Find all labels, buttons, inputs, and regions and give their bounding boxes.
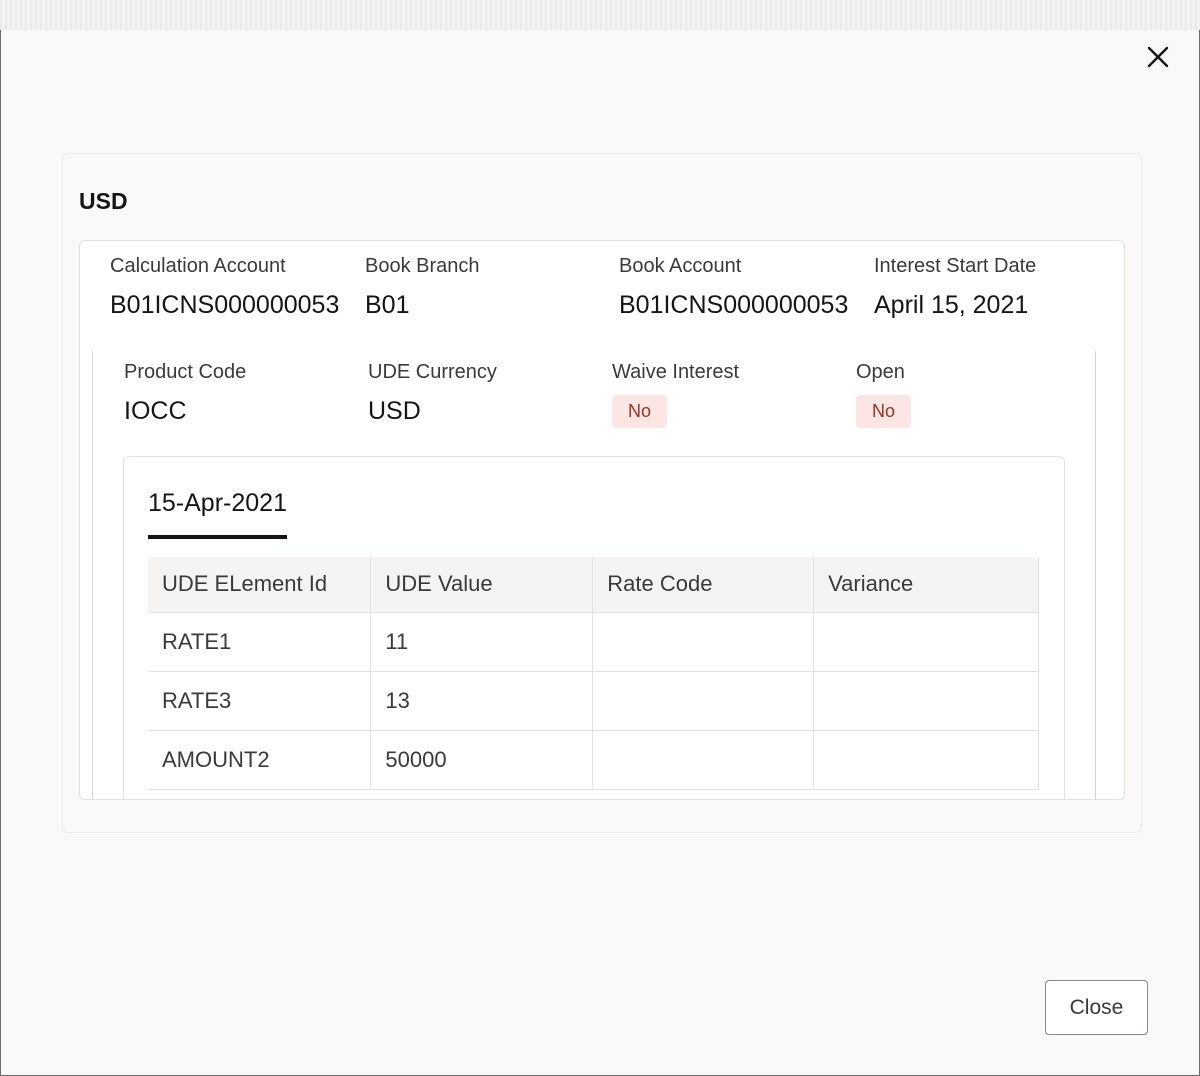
col-header-variance[interactable]: Variance <box>813 557 1039 613</box>
table-header-row: UDE ELement Id UDE Value Rate Code Varia… <box>148 557 1039 613</box>
interest-start-field: Interest Start Date April 15, 2021 <box>874 255 1036 320</box>
date-tab-card: 15-Apr-2021 UDE ELement Id UDE Value Rat… <box>123 456 1065 799</box>
waive-interest-label: Waive Interest <box>612 361 740 383</box>
section-title: USD <box>79 188 128 214</box>
interest-start-label: Interest Start Date <box>874 255 1037 277</box>
book-branch-value: B01 <box>365 291 410 319</box>
book-account-field: Book Account B01ICNS000000053 <box>619 255 848 320</box>
table-row[interactable]: RATE3 13 <box>148 671 1039 731</box>
open-field: Open No <box>856 361 912 428</box>
book-account-value: B01ICNS000000053 <box>619 291 849 319</box>
col-header-ude-value[interactable]: UDE Value <box>370 557 594 613</box>
waive-interest-field: Waive Interest No <box>612 361 739 428</box>
interest-start-value: April 15, 2021 <box>874 291 1029 319</box>
cell-ude-value: 13 <box>370 671 594 731</box>
cell-ude-value: 50000 <box>370 730 594 790</box>
cell-rate-code <box>592 612 815 672</box>
ude-table: UDE ELement Id UDE Value Rate Code Varia… <box>148 557 1039 790</box>
product-panel: Product Code IOCC UDE Currency USD Waive… <box>92 351 1096 799</box>
calc-account-value: B01ICNS000000053 <box>110 291 340 319</box>
book-branch-label: Book Branch <box>365 255 480 277</box>
col-header-rate-code[interactable]: Rate Code <box>592 557 815 613</box>
col-header-ude-element-id[interactable]: UDE ELement Id <box>148 557 372 613</box>
waive-interest-badge: No <box>612 395 668 428</box>
account-card: Calculation Account B01ICNS000000053 Boo… <box>79 240 1125 800</box>
cell-rate-code <box>592 671 815 731</box>
currency-section: USD Calculation Account B01ICNS000000053… <box>62 153 1142 833</box>
product-code-label: Product Code <box>124 361 247 383</box>
close-button[interactable]: Close <box>1045 980 1148 1035</box>
dialog: USD Calculation Account B01ICNS000000053… <box>0 30 1200 1076</box>
calc-account-field: Calculation Account B01ICNS000000053 <box>110 255 339 320</box>
ude-currency-value: USD <box>368 397 421 425</box>
ude-currency-label: UDE Currency <box>368 361 497 383</box>
open-badge: No <box>856 395 912 428</box>
book-branch-field: Book Branch B01 <box>365 255 480 320</box>
cell-variance <box>813 612 1039 672</box>
open-label: Open <box>856 361 905 383</box>
cell-ude-element-id: AMOUNT2 <box>148 730 372 790</box>
top-strip <box>0 0 1200 30</box>
ude-currency-field: UDE Currency USD <box>368 361 497 426</box>
cell-rate-code <box>592 730 815 790</box>
book-account-label: Book Account <box>619 255 742 277</box>
cell-ude-value: 11 <box>370 612 594 672</box>
tab-date[interactable]: 15-Apr-2021 <box>148 489 287 539</box>
cell-ude-element-id: RATE1 <box>148 612 372 672</box>
cell-variance <box>813 671 1039 731</box>
cell-ude-element-id: RATE3 <box>148 671 372 731</box>
table-row[interactable]: AMOUNT2 50000 <box>148 730 1039 790</box>
product-code-field: Product Code IOCC <box>124 361 246 426</box>
cell-variance <box>813 730 1039 790</box>
calc-account-label: Calculation Account <box>110 255 286 277</box>
product-code-value: IOCC <box>124 397 187 425</box>
close-icon[interactable] <box>1141 40 1175 74</box>
table-row[interactable]: RATE1 11 <box>148 612 1039 672</box>
